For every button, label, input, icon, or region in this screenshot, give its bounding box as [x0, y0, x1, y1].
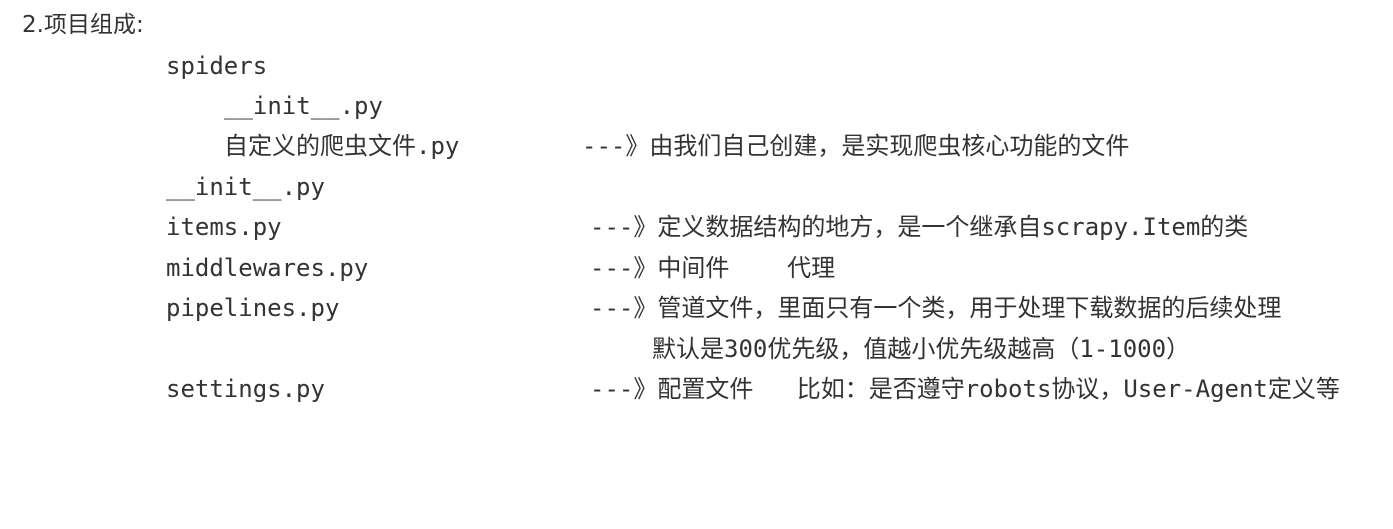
- middlewares-file: middlewares.py: [166, 254, 369, 282]
- pipelines-description-continued: 默认是300优先级，值越小优先级越高（1-1000）: [652, 335, 1191, 363]
- tree-row-settings: settings.py ---》配置文件 比如：是否遵守robots协议，Use…: [0, 369, 1340, 409]
- tree-row-init: __init__.py: [0, 167, 325, 207]
- pipelines-description: ---》管道文件，里面只有一个类，用于处理下载数据的后续处理: [590, 294, 1282, 322]
- tree-row-custom-spider: 自定义的爬虫文件.py ---》由我们自己创建，是实现爬虫核心功能的文件: [0, 126, 1129, 166]
- settings-file: settings.py: [166, 375, 325, 403]
- init-file: __init__.py: [166, 173, 325, 201]
- tree-row-items: items.py ---》定义数据结构的地方，是一个继承自scrapy.Item…: [0, 207, 1248, 247]
- tree-row-pipelines: pipelines.py ---》管道文件，里面只有一个类，用于处理下载数据的后…: [0, 288, 1281, 328]
- spiders-init-file: __init__.py: [224, 92, 383, 120]
- section-heading: 2.项目组成:: [22, 12, 144, 38]
- items-file: items.py: [166, 213, 282, 241]
- spiders-folder: spiders: [166, 52, 268, 80]
- document-page: 2.项目组成: spiders __init__.py 自定义的爬虫文件.py …: [0, 0, 1393, 446]
- tree-row-middlewares: middlewares.py ---》中间件 代理: [0, 248, 835, 288]
- items-description: ---》定义数据结构的地方，是一个继承自scrapy.Item的类: [590, 213, 1249, 241]
- settings-description: ---》配置文件 比如：是否遵守robots协议，User-Agent定义等: [590, 375, 1340, 403]
- middlewares-description: ---》中间件 代理: [590, 254, 836, 282]
- tree-row-spiders: spiders: [0, 46, 267, 86]
- custom-spider-file: 自定义的爬虫文件.py: [224, 132, 460, 160]
- custom-spider-description: ---》由我们自己创建，是实现爬虫核心功能的文件: [582, 132, 1130, 160]
- heading-row: 2.项目组成:: [0, 5, 144, 45]
- tree-row-pipelines-cont: 默认是300优先级，值越小优先级越高（1-1000）: [0, 329, 1190, 369]
- pipelines-file: pipelines.py: [166, 294, 340, 322]
- tree-row-spiders-init: __init__.py: [0, 86, 383, 126]
